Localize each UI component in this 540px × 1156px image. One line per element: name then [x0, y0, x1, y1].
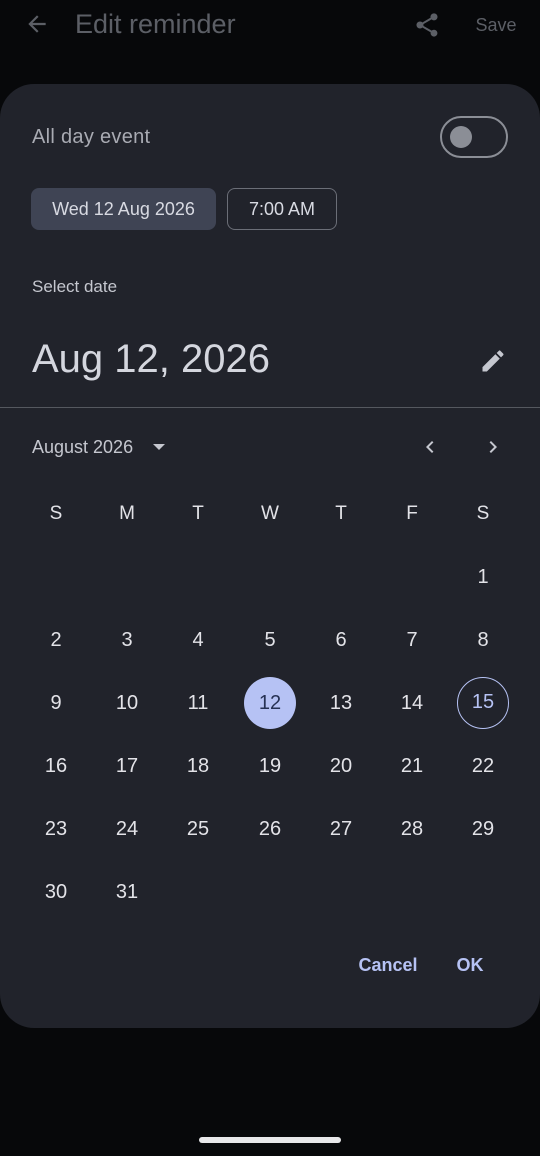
pencil-icon: [482, 350, 504, 372]
home-indicator: [199, 1137, 341, 1143]
day-cell[interactable]: 2: [30, 614, 82, 666]
weekday-header: S: [49, 503, 63, 524]
toggle-thumb: [450, 126, 472, 148]
day-cell[interactable]: 17: [101, 740, 153, 792]
day-cell[interactable]: 21: [386, 740, 438, 792]
arrow-left-icon: [28, 15, 46, 33]
share-icon: [416, 13, 438, 37]
header-divider: [0, 407, 540, 408]
chevron-right-icon: [489, 441, 497, 453]
month-year-selector[interactable]: August 2026: [32, 433, 166, 461]
selected-date-headline: Aug 12, 2026: [32, 337, 270, 381]
day-cell[interactable]: 30: [30, 866, 82, 918]
day-cell[interactable]: 28: [386, 803, 438, 855]
date-chip[interactable]: Wed 12 Aug 2026: [31, 188, 216, 230]
save-button[interactable]: Save: [470, 12, 522, 38]
day-cell[interactable]: 6: [315, 614, 367, 666]
weekday-header: T: [335, 503, 347, 524]
month-year-label: August 2026: [32, 437, 134, 457]
weekday-header: S: [476, 503, 490, 524]
day-cell[interactable]: 3: [101, 614, 153, 666]
day-cell[interactable]: 27: [315, 803, 367, 855]
day-cell[interactable]: 23: [30, 803, 82, 855]
previous-month-button[interactable]: [414, 431, 446, 463]
day-cell[interactable]: 11: [172, 677, 224, 729]
all-day-toggle[interactable]: [440, 116, 508, 158]
day-cell[interactable]: 10: [101, 677, 153, 729]
top-app-bar: Edit reminder Save: [0, 0, 540, 52]
day-cell[interactable]: 7: [386, 614, 438, 666]
date-picker-sheet: All day event Wed 12 Aug 2026 7:00 AM Se…: [0, 84, 540, 1028]
day-cell-today[interactable]: 15: [457, 677, 509, 729]
weekday-header: W: [261, 503, 279, 524]
day-cell[interactable]: 16: [30, 740, 82, 792]
time-chip[interactable]: 7:00 AM: [227, 188, 337, 230]
day-cell[interactable]: 26: [244, 803, 296, 855]
day-cell[interactable]: 29: [457, 803, 509, 855]
back-button[interactable]: [22, 9, 52, 39]
day-cell[interactable]: 22: [457, 740, 509, 792]
day-cell[interactable]: 1: [457, 551, 509, 603]
ok-button[interactable]: OK: [448, 950, 492, 980]
day-cell[interactable]: 4: [172, 614, 224, 666]
weekday-header: M: [119, 503, 135, 524]
day-cell[interactable]: 24: [101, 803, 153, 855]
weekday-header: F: [406, 503, 418, 524]
chevron-left-icon: [426, 441, 434, 453]
share-button[interactable]: [410, 9, 444, 41]
day-cell-selected[interactable]: 12: [244, 677, 296, 729]
day-cell[interactable]: 5: [244, 614, 296, 666]
edit-date-button[interactable]: [476, 344, 510, 378]
day-cell[interactable]: 14: [386, 677, 438, 729]
day-cell[interactable]: 13: [315, 677, 367, 729]
all-day-label: All day event: [32, 126, 151, 148]
day-cell[interactable]: 20: [315, 740, 367, 792]
dropdown-arrow-icon: [153, 444, 166, 450]
day-cell[interactable]: 19: [244, 740, 296, 792]
day-cell[interactable]: 31: [101, 866, 153, 918]
day-cell[interactable]: 18: [172, 740, 224, 792]
day-cell[interactable]: 9: [30, 677, 82, 729]
select-date-label: Select date: [32, 277, 118, 296]
cancel-button[interactable]: Cancel: [350, 950, 426, 980]
day-cell[interactable]: 8: [457, 614, 509, 666]
day-cell[interactable]: 25: [172, 803, 224, 855]
next-month-button[interactable]: [477, 431, 509, 463]
weekday-header: T: [192, 503, 204, 524]
page-title: Edit reminder: [75, 9, 236, 39]
